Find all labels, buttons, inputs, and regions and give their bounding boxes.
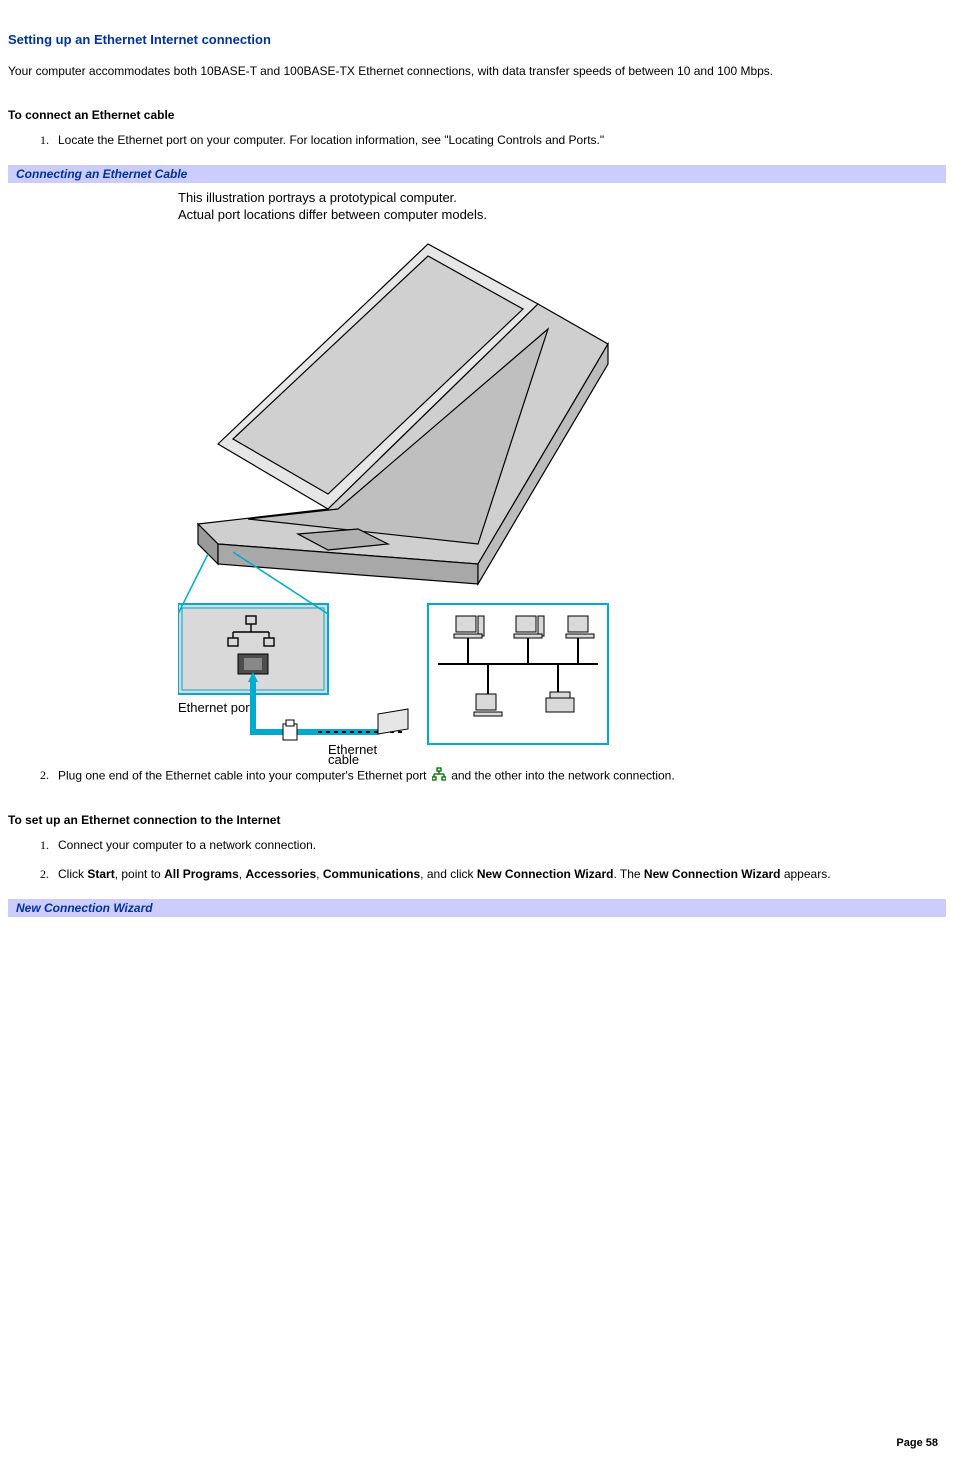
- bold-term: New Connection Wizard: [477, 867, 614, 881]
- step-text: Plug one end of the Ethernet cable into …: [58, 768, 430, 782]
- page-number: Page 58: [896, 1437, 938, 1449]
- label-cable-word: cable: [328, 752, 718, 767]
- illustration-block: This illustration portrays a prototypica…: [178, 189, 718, 767]
- subheading-setup-internet: To set up an Ethernet connection to the …: [8, 813, 946, 827]
- illus-note-line: Actual port locations differ between com…: [178, 207, 487, 222]
- intro-paragraph: Your computer accommodates both 10BASE-T…: [8, 63, 946, 80]
- bold-term: Accessories: [245, 867, 316, 881]
- step-item: Locate the Ethernet port on your compute…: [52, 132, 946, 149]
- bold-term: Communications: [323, 867, 420, 881]
- figure-caption: Connecting an Ethernet Cable: [8, 165, 946, 183]
- step-text: Click: [58, 867, 87, 881]
- step-item: Plug one end of the Ethernet cable into …: [52, 767, 946, 786]
- illustration-note: This illustration portrays a prototypica…: [178, 189, 718, 224]
- section-title: Setting up an Ethernet Internet connecti…: [8, 32, 946, 47]
- bold-term: Start: [87, 867, 114, 881]
- bold-term: New Connection Wizard: [644, 867, 781, 881]
- step-text: , and click: [420, 867, 477, 881]
- steps-connect-cable-cont: Plug one end of the Ethernet cable into …: [8, 767, 946, 786]
- steps-connect-cable: Locate the Ethernet port on your compute…: [8, 132, 946, 149]
- ethernet-illustration: Ethernet port Ethernet: [178, 234, 618, 754]
- figure-caption: New Connection Wizard: [8, 899, 946, 917]
- label-ethernet-port: Ethernet port: [178, 700, 254, 715]
- illus-note-line: This illustration portrays a prototypica…: [178, 190, 457, 205]
- step-text: and the other into the network connectio…: [451, 768, 674, 782]
- ethernet-icon: [432, 767, 446, 786]
- steps-setup-internet: Connect your computer to a network conne…: [8, 837, 946, 883]
- step-text: , point to: [115, 867, 164, 881]
- step-item: Click Start, point to All Programs, Acce…: [52, 866, 946, 883]
- step-text: ,: [316, 867, 323, 881]
- bold-term: All Programs: [164, 867, 239, 881]
- step-text: appears.: [781, 867, 831, 881]
- step-text: . The: [613, 867, 643, 881]
- subheading-connect-cable: To connect an Ethernet cable: [8, 108, 946, 122]
- step-item: Connect your computer to a network conne…: [52, 837, 946, 854]
